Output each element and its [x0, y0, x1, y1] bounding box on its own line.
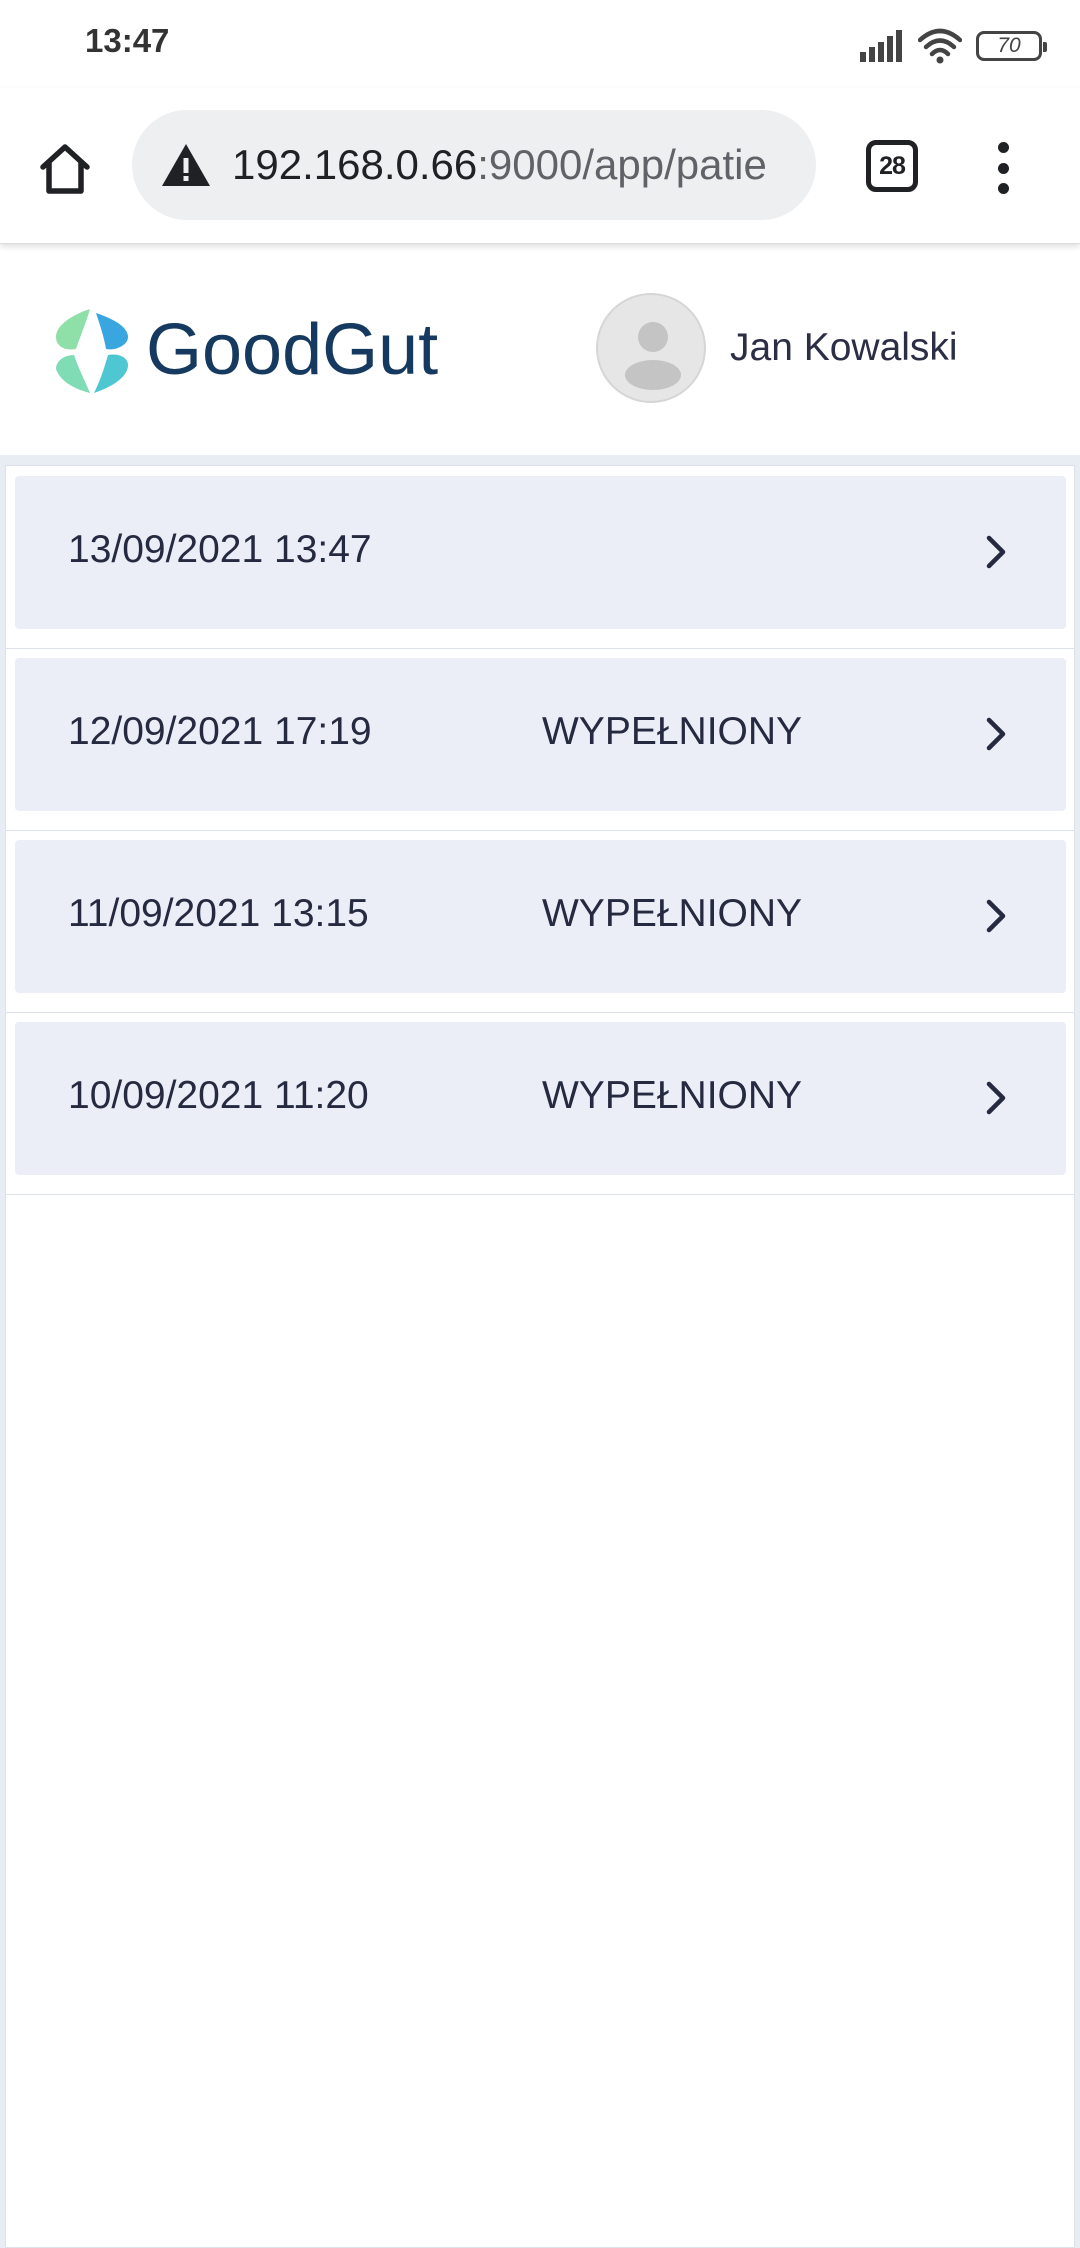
browser-toolbar: 192.168.0.66:9000/app/patie 28	[0, 88, 1080, 244]
status-bar: 13:47 70	[0, 0, 1080, 88]
avatar[interactable]	[596, 293, 706, 403]
user-menu[interactable]: Jan Kowalski	[596, 293, 958, 403]
status-icons: 70	[860, 26, 1047, 66]
divider	[6, 811, 1074, 831]
address-bar[interactable]: 192.168.0.66:9000/app/patie	[132, 110, 816, 220]
user-name: Jan Kowalski	[730, 326, 958, 369]
entry-date: 11/09/2021 13:15	[68, 892, 369, 935]
entry-date: 13/09/2021 13:47	[68, 528, 372, 571]
app-header: GoodGut Jan Kowalski	[0, 245, 1080, 455]
list-item[interactable]: 13/09/2021 13:47	[15, 476, 1066, 629]
logo[interactable]: GoodGut	[52, 307, 438, 393]
content-area: 13/09/2021 13:47 12/09/2021 17:19 WYPEŁN…	[0, 455, 1080, 2248]
tabs-button[interactable]: 28	[866, 140, 918, 192]
battery-level: 70	[997, 34, 1021, 57]
entry-date: 10/09/2021 11:20	[68, 1074, 369, 1117]
battery-icon: 70	[976, 31, 1047, 61]
entry-status: WYPEŁNIONY	[542, 892, 803, 935]
chevron-right-icon	[986, 1081, 1006, 1115]
divider	[6, 993, 1074, 1013]
status-time: 13:47	[85, 22, 170, 59]
home-button[interactable]	[30, 134, 100, 204]
wifi-icon	[918, 28, 962, 64]
chevron-right-icon	[986, 535, 1006, 569]
user-avatar-icon	[625, 322, 681, 390]
logo-icon	[56, 309, 128, 393]
entries-list: 13/09/2021 13:47 12/09/2021 17:19 WYPEŁN…	[6, 476, 1074, 1195]
more-vert-icon[interactable]	[978, 140, 1028, 196]
entries-panel: 13/09/2021 13:47 12/09/2021 17:19 WYPEŁN…	[5, 465, 1075, 2248]
divider	[6, 629, 1074, 649]
list-item[interactable]: 11/09/2021 13:15 WYPEŁNIONY	[15, 840, 1066, 993]
entry-status: WYPEŁNIONY	[542, 710, 803, 753]
url-path: :9000/app/patie	[477, 141, 767, 188]
brand-name: GoodGut	[146, 310, 439, 390]
url-text[interactable]: 192.168.0.66:9000/app/patie	[232, 141, 767, 189]
warning-icon[interactable]	[160, 142, 212, 188]
chevron-right-icon	[986, 717, 1006, 751]
url-host: 192.168.0.66	[232, 141, 478, 188]
signal-icon	[860, 30, 902, 62]
chevron-right-icon	[986, 899, 1006, 933]
home-icon	[40, 144, 90, 194]
entry-status: WYPEŁNIONY	[542, 1074, 803, 1117]
list-item[interactable]: 10/09/2021 11:20 WYPEŁNIONY	[15, 1022, 1066, 1175]
list-item[interactable]: 12/09/2021 17:19 WYPEŁNIONY	[15, 658, 1066, 811]
entry-date: 12/09/2021 17:19	[68, 710, 372, 753]
divider	[6, 1175, 1074, 1195]
tab-count: 28	[879, 151, 906, 180]
